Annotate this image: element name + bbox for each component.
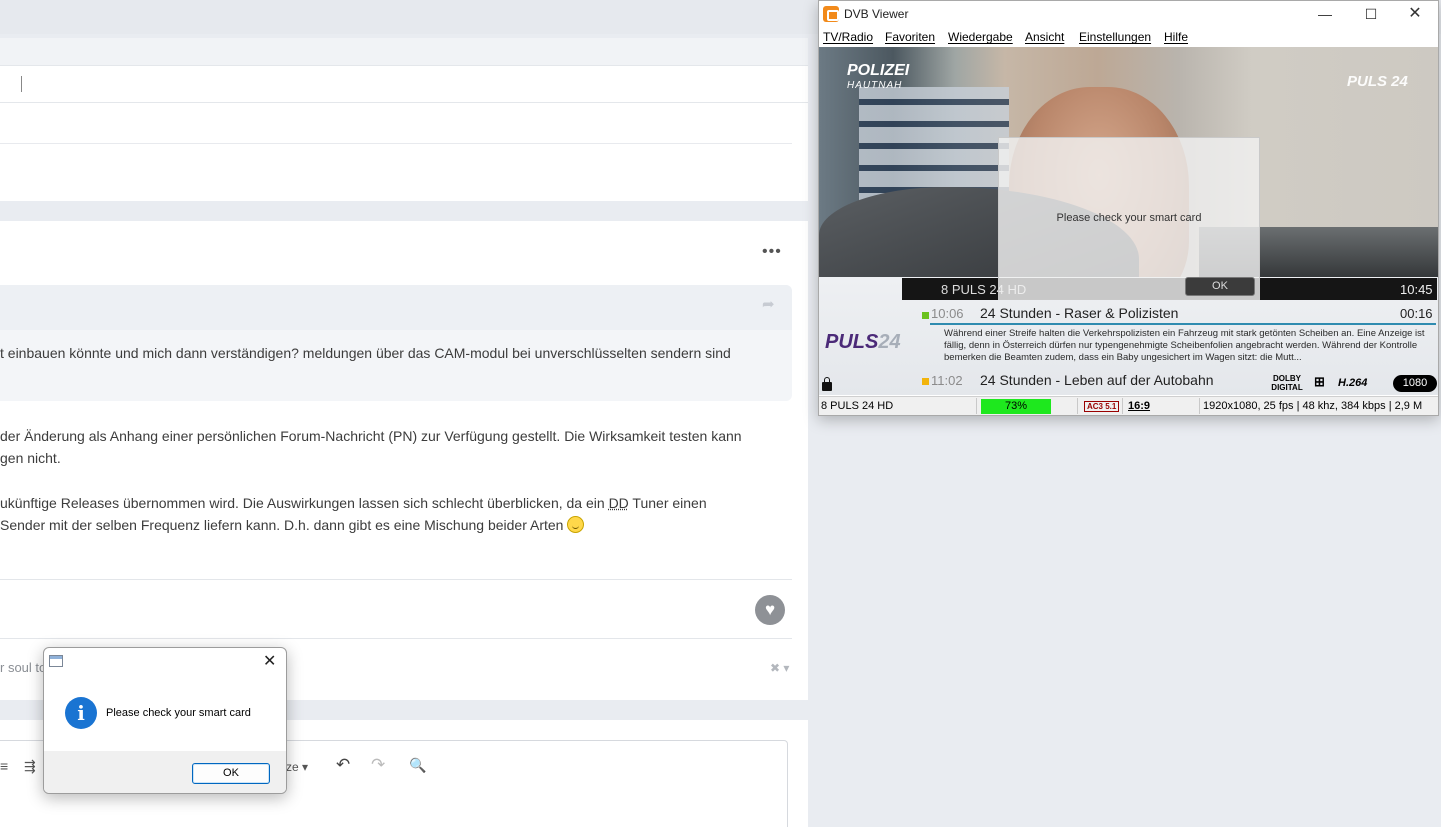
channel-watermark-logo: PULS 24 bbox=[1347, 73, 1408, 90]
post-text-part: ukünftige Releases übernommen wird. Die … bbox=[0, 495, 609, 511]
share-icon[interactable]: ➦ bbox=[762, 297, 776, 312]
osd-dialog-ok-button[interactable]: OK bbox=[1185, 277, 1255, 296]
osd-clock: 10:45 bbox=[1400, 282, 1433, 297]
divider bbox=[0, 143, 792, 144]
text-caret bbox=[21, 76, 22, 92]
status-separator bbox=[1199, 398, 1200, 414]
now-program-description: Während einer Streife halten die Verkehr… bbox=[944, 328, 1425, 363]
button-area: OK bbox=[44, 751, 286, 793]
aspect-ratio: 16:9 bbox=[1128, 400, 1151, 412]
maximize-button[interactable]: ☐ bbox=[1348, 1, 1394, 27]
menu-favoriten[interactable]: Favoriten bbox=[885, 30, 935, 44]
now-indicator-dot bbox=[922, 312, 929, 319]
program-progress-line bbox=[930, 323, 1436, 325]
redo-icon[interactable]: ↷ bbox=[371, 755, 385, 775]
indent-icon[interactable]: ⇶ bbox=[24, 758, 36, 775]
next-start-time: 11:02 bbox=[931, 373, 963, 388]
signal-strength-bar: 73% bbox=[981, 399, 1051, 414]
font-size-label: ze bbox=[286, 760, 299, 774]
preview-icon[interactable]: 🔍 bbox=[409, 757, 426, 774]
channel-logo-number: 24 bbox=[878, 331, 901, 353]
dvb-app-icon bbox=[823, 6, 839, 22]
smartcard-message-box: ✕ i Please check your smart card OK bbox=[43, 647, 287, 794]
show-logo-title: POLIZEI bbox=[847, 62, 910, 79]
menu-bar: TV/Radio Favoriten Wiedergabe Ansicht Ei… bbox=[819, 27, 1438, 47]
close-button[interactable]: ✕ bbox=[1392, 1, 1438, 27]
divider bbox=[0, 638, 792, 639]
post-paragraph-line: Sender mit der selben Frequenz liefern k… bbox=[0, 514, 585, 536]
channel-logo: PULS24 bbox=[825, 331, 901, 354]
collapse-signature-icon[interactable]: ✖ ▾ bbox=[770, 661, 789, 675]
hd-indicator-icon: ⊞ bbox=[1314, 374, 1325, 389]
menu-einstellungen[interactable]: Einstellungen bbox=[1079, 30, 1151, 44]
now-start-time: 10:06 bbox=[931, 306, 964, 321]
osd-smartcard-dialog: Please check your smart card OK bbox=[998, 137, 1260, 300]
forum-search-field[interactable] bbox=[0, 66, 808, 103]
next-indicator-dot bbox=[922, 378, 929, 385]
status-separator bbox=[1077, 398, 1078, 414]
window-title: DVB Viewer bbox=[844, 7, 909, 21]
title-bar[interactable]: DVB Viewer — ☐ ✕ bbox=[819, 1, 1438, 27]
channel-logo-text: PULS bbox=[825, 331, 879, 353]
osd-dialog-message: Please check your smart card bbox=[1056, 212, 1202, 224]
stream-info: 1920x1080, 25 fps | 48 khz, 384 kbps | 2… bbox=[1203, 400, 1423, 412]
next-program-title: 24 Stunden - Leben auf der Autobahn bbox=[980, 372, 1214, 388]
wink-smiley-icon bbox=[567, 516, 585, 533]
close-icon[interactable]: ✕ bbox=[263, 651, 276, 671]
now-program-title: 24 Stunden - Raser & Polizisten bbox=[980, 305, 1179, 321]
codec-badge: H.264 bbox=[1338, 377, 1368, 389]
menu-wiedergabe[interactable]: Wiedergabe bbox=[948, 30, 1013, 44]
post-paragraph-line: gen nicht. bbox=[0, 450, 61, 466]
status-channel: 8 PULS 24 HD bbox=[821, 400, 894, 412]
show-logo-subtitle: HAUTNAH bbox=[847, 80, 903, 91]
audio-format-badge: AC3 5.1 bbox=[1084, 401, 1120, 412]
abbreviation: DD bbox=[608, 495, 629, 511]
post-paragraph-line: der Änderung als Anhang einer persönlich… bbox=[0, 428, 742, 444]
resolution-badge: 1080 bbox=[1393, 375, 1437, 392]
menu-ansicht[interactable]: Ansicht bbox=[1025, 30, 1064, 44]
divider bbox=[0, 579, 792, 580]
status-bar: 8 PULS 24 HD 73% AC3 5.1 16:9 1920x1080,… bbox=[819, 396, 1438, 415]
forum-header-panel bbox=[0, 38, 808, 201]
post-text-part: Sender mit der selben Frequenz liefern k… bbox=[0, 517, 564, 533]
status-separator bbox=[976, 398, 977, 414]
menu-tv-radio[interactable]: TV/Radio bbox=[823, 30, 873, 44]
more-options-icon[interactable]: ••• bbox=[762, 244, 782, 260]
post-paragraph-line: ukünftige Releases übernommen wird. Die … bbox=[0, 492, 707, 514]
font-size-dropdown[interactable]: ze ▾ bbox=[286, 760, 308, 774]
status-separator bbox=[1122, 398, 1123, 414]
message-text: Please check your smart card bbox=[106, 707, 251, 719]
lock-icon bbox=[822, 377, 832, 391]
now-end-time: 00:16 bbox=[1400, 306, 1433, 321]
like-heart-button[interactable]: ♥ bbox=[755, 595, 785, 625]
window-icon bbox=[49, 655, 63, 667]
undo-icon[interactable]: ↶ bbox=[336, 755, 350, 775]
show-logo: POLIZEI HAUTNAH bbox=[847, 63, 909, 93]
align-icon[interactable]: ≡ bbox=[0, 758, 8, 774]
quote-header bbox=[0, 285, 792, 330]
info-icon: i bbox=[65, 697, 97, 729]
dolby-digital-badge: DOLBY DIGITAL bbox=[1271, 374, 1303, 392]
quote-text: t einbauen könnte und mich dann verständ… bbox=[0, 345, 731, 361]
menu-hilfe[interactable]: Hilfe bbox=[1164, 30, 1188, 44]
ok-button[interactable]: OK bbox=[192, 763, 270, 784]
signature-text: r soul to bbox=[0, 660, 47, 675]
post-text-part: Tuner einen bbox=[628, 495, 707, 511]
forum-strip bbox=[0, 38, 808, 66]
minimize-button[interactable]: — bbox=[1302, 1, 1348, 27]
